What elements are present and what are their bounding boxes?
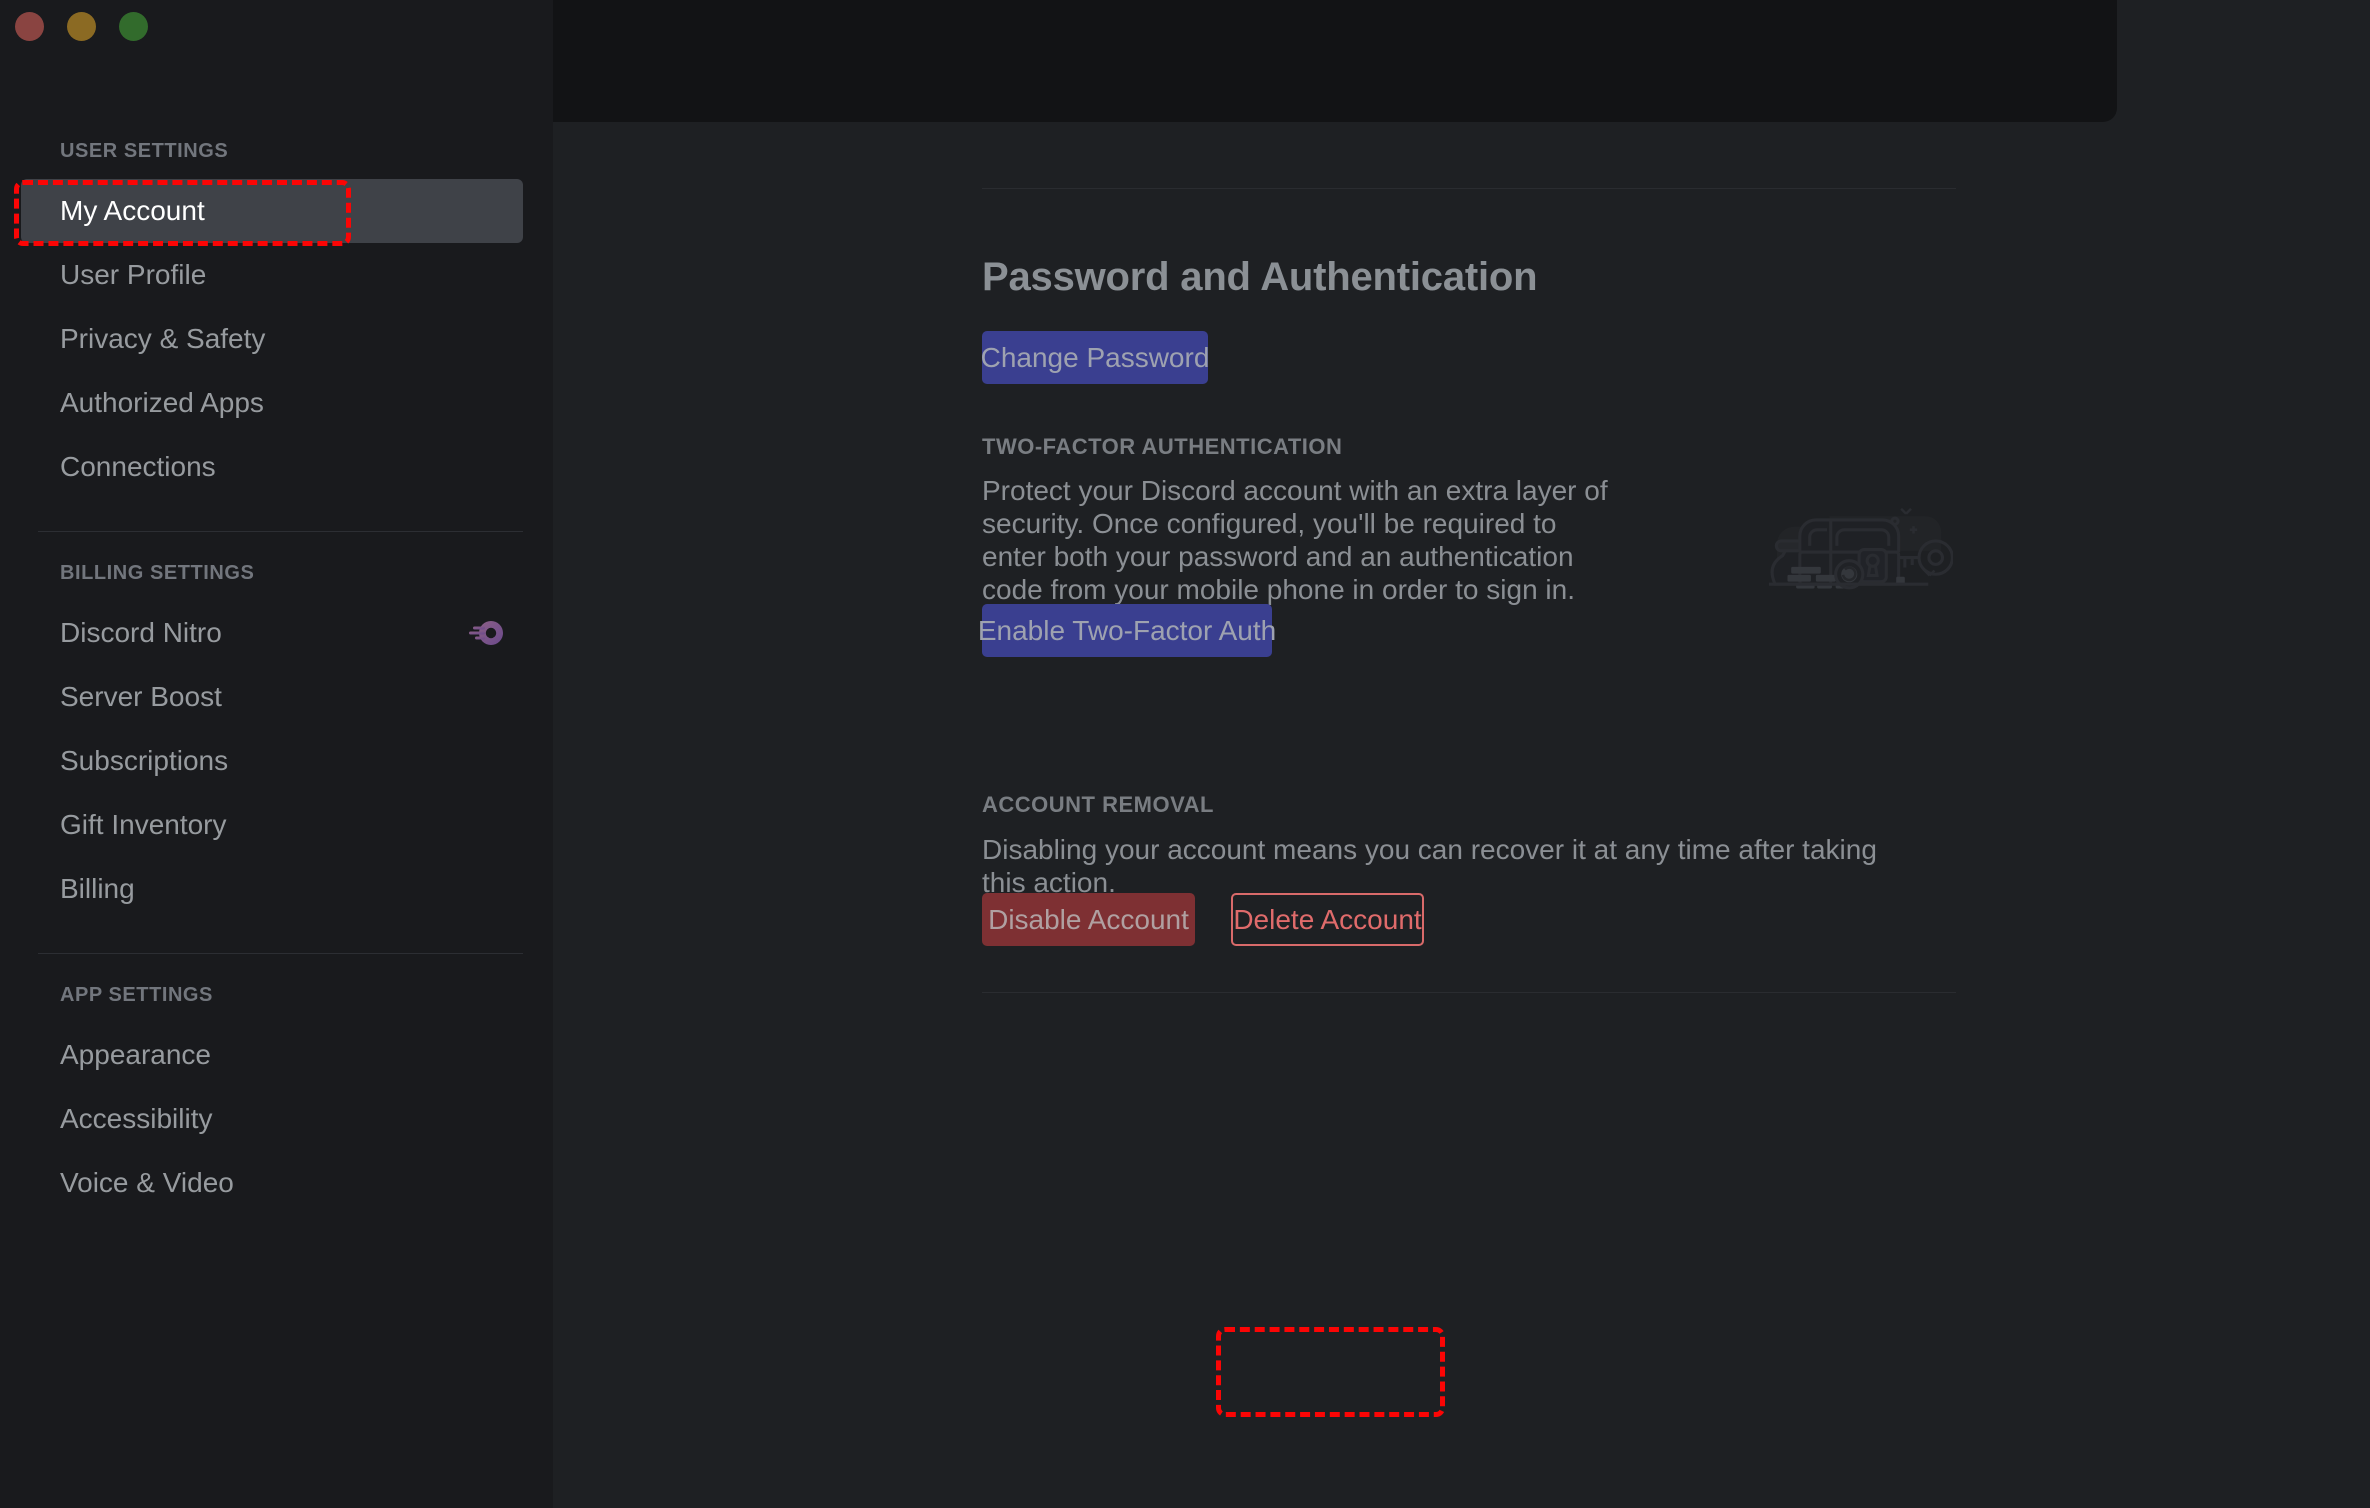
section-divider bbox=[982, 992, 1956, 993]
sidebar-item-authorized-apps[interactable]: Authorized Apps bbox=[21, 371, 523, 435]
sidebar-item-user-profile[interactable]: User Profile bbox=[21, 243, 523, 307]
window-close-button[interactable] bbox=[15, 12, 44, 41]
sidebar-category-user-settings: USER SETTINGS bbox=[60, 140, 229, 162]
two-factor-authentication-description: Protect your Discord account with an ext… bbox=[982, 475, 1608, 605]
settings-main-content: PHONE NUMBER You haven't added a phone n… bbox=[553, 0, 2370, 1508]
sidebar-divider bbox=[38, 531, 523, 532]
sidebar-item-billing[interactable]: Billing bbox=[21, 857, 523, 921]
sidebar-item-label: Server Boost bbox=[60, 681, 222, 712]
sidebar-item-label: Voice & Video bbox=[60, 1167, 234, 1198]
sidebar-item-label: Gift Inventory bbox=[60, 809, 227, 840]
sidebar-navigation: USER SETTINGS My Account User Profile Pr… bbox=[0, 140, 553, 1215]
sidebar-item-appearance[interactable]: Appearance bbox=[21, 1023, 523, 1087]
sidebar-item-label: Billing bbox=[60, 873, 135, 904]
sidebar-item-label: User Profile bbox=[60, 259, 207, 290]
sidebar-item-label: Connections bbox=[60, 451, 216, 482]
two-factor-authentication-label: TWO-FACTOR AUTHENTICATION bbox=[982, 434, 1343, 459]
sidebar-item-privacy-and-safety[interactable]: Privacy & Safety bbox=[21, 307, 523, 371]
sidebar-item-subscriptions[interactable]: Subscriptions bbox=[21, 729, 523, 793]
account-removal-description: Disabling your account means you can rec… bbox=[982, 834, 1877, 898]
sidebar-item-label: Privacy & Safety bbox=[60, 323, 266, 354]
password-and-authentication-heading: Password and Authentication bbox=[982, 255, 1538, 299]
sidebar-item-gift-inventory[interactable]: Gift Inventory bbox=[21, 793, 523, 857]
sidebar-divider bbox=[38, 953, 523, 954]
sidebar-item-accessibility[interactable]: Accessibility bbox=[21, 1087, 523, 1151]
settings-sidebar: USER SETTINGS My Account User Profile Pr… bbox=[0, 0, 553, 1508]
sidebar-item-voice-and-video[interactable]: Voice & Video bbox=[21, 1151, 523, 1215]
sidebar-item-label: Authorized Apps bbox=[60, 387, 264, 418]
sidebar-item-label: My Account bbox=[60, 195, 205, 226]
window-maximize-button[interactable] bbox=[119, 12, 148, 41]
sidebar-category-app-settings: APP SETTINGS bbox=[60, 984, 213, 1006]
sidebar-item-my-account[interactable]: My Account bbox=[21, 179, 523, 243]
discord-user-settings-window: USER SETTINGS My Account User Profile Pr… bbox=[0, 0, 2370, 1508]
sidebar-item-label: Discord Nitro bbox=[60, 617, 222, 648]
account-panel: PHONE NUMBER You haven't added a phone n… bbox=[553, 0, 2117, 122]
section-divider bbox=[982, 188, 1956, 189]
change-password-button[interactable]: Change Password bbox=[981, 331, 1209, 384]
window-traffic-lights bbox=[15, 12, 148, 41]
nitro-boost-icon bbox=[463, 618, 505, 648]
sidebar-item-label: Accessibility bbox=[60, 1103, 213, 1134]
treasure-chest-illustration bbox=[1743, 494, 1954, 594]
delete-account-button[interactable]: Delete Account bbox=[1231, 893, 1424, 946]
sidebar-item-server-boost[interactable]: Server Boost bbox=[21, 665, 523, 729]
window-minimize-button[interactable] bbox=[67, 12, 96, 41]
sidebar-item-discord-nitro[interactable]: Discord Nitro bbox=[21, 601, 523, 665]
account-removal-label: ACCOUNT REMOVAL bbox=[982, 792, 1214, 817]
disable-account-button[interactable]: Disable Account bbox=[982, 893, 1195, 946]
enable-two-factor-auth-button[interactable]: Enable Two-Factor Auth bbox=[978, 604, 1276, 657]
sidebar-item-label: Appearance bbox=[60, 1039, 212, 1070]
sidebar-category-billing-settings: BILLING SETTINGS bbox=[60, 562, 255, 584]
sidebar-item-label: Subscriptions bbox=[60, 745, 229, 776]
sidebar-item-connections[interactable]: Connections bbox=[21, 435, 523, 499]
